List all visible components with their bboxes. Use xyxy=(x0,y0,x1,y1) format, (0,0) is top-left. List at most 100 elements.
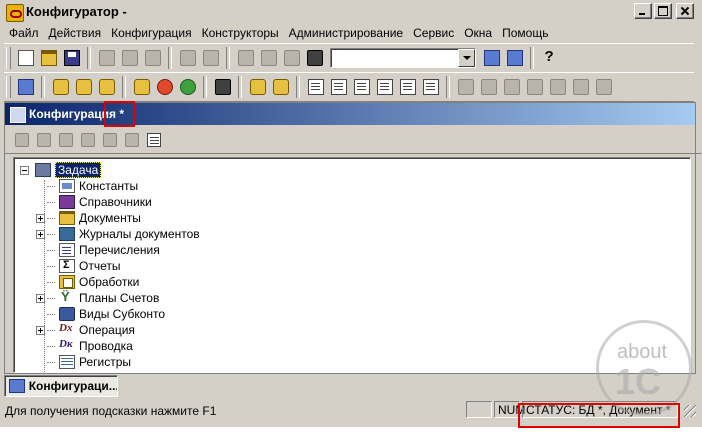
tree-item-operation[interactable]: Операция xyxy=(36,322,135,338)
tree-item-journals[interactable]: Журналы документов xyxy=(36,226,200,242)
configuration-tree[interactable]: Задача Константы Справочники Документы Ж… xyxy=(13,157,691,373)
search-dropdown-button[interactable] xyxy=(458,49,475,67)
status-panel-num: NUM xyxy=(494,401,525,418)
menu-service[interactable]: Сервис xyxy=(408,24,459,42)
paste-button[interactable] xyxy=(141,47,164,69)
search-input[interactable] xyxy=(330,48,476,68)
resize-grip[interactable] xyxy=(684,405,696,417)
toolbar-grip[interactable] xyxy=(6,76,11,98)
tree-item-label: Виды Субконто xyxy=(79,307,166,321)
users-button[interactable] xyxy=(49,76,72,98)
rights-icon xyxy=(75,79,92,95)
standard-toolbar xyxy=(4,43,694,73)
wizard-12-button[interactable] xyxy=(569,76,592,98)
debug-icon xyxy=(133,79,150,95)
print-button[interactable] xyxy=(176,47,199,69)
minimize-button[interactable] xyxy=(634,3,652,19)
wizard-9-button[interactable] xyxy=(500,76,523,98)
app-1c-icon[interactable] xyxy=(6,4,24,22)
delete-icon xyxy=(59,133,73,147)
print-icon xyxy=(179,50,196,66)
tree-item-documents[interactable]: Документы xyxy=(36,210,141,226)
move-down-button[interactable] xyxy=(77,130,99,150)
new-file-icon xyxy=(17,50,34,66)
menu-actions[interactable]: Действия xyxy=(44,24,107,42)
menu-help[interactable]: Помощь xyxy=(497,24,553,42)
add-object-button[interactable] xyxy=(11,130,33,150)
tree-item-enums[interactable]: Перечисления xyxy=(36,242,160,258)
description-button[interactable] xyxy=(143,130,165,150)
tree-item-references[interactable]: Справочники xyxy=(36,194,152,210)
interfaces-button[interactable] xyxy=(95,76,118,98)
wizard-13-button[interactable] xyxy=(592,76,615,98)
expand-icon[interactable] xyxy=(36,325,45,335)
cut-icon xyxy=(98,50,115,66)
debug-button[interactable] xyxy=(130,76,153,98)
user-mode-button[interactable] xyxy=(211,76,234,98)
open-button[interactable] xyxy=(37,47,60,69)
wizard-10-button[interactable] xyxy=(523,76,546,98)
wizard-2-button[interactable] xyxy=(327,76,350,98)
tree-item-registers[interactable]: Регистры xyxy=(36,354,131,370)
cut-button[interactable] xyxy=(95,47,118,69)
stop-button[interactable] xyxy=(153,76,176,98)
about-1c-watermark: about 1C xyxy=(596,320,692,416)
wizard-1-button[interactable] xyxy=(304,76,327,98)
open-config-button[interactable] xyxy=(14,76,37,98)
wizard-4-button[interactable] xyxy=(373,76,396,98)
copy-button[interactable] xyxy=(118,47,141,69)
monitor-button[interactable] xyxy=(246,76,269,98)
move-up-button[interactable] xyxy=(99,130,121,150)
tree-item-constants[interactable]: Константы xyxy=(36,178,138,194)
redo-button[interactable] xyxy=(280,47,303,69)
arrow-up-icon xyxy=(103,133,117,147)
delete-object-button[interactable] xyxy=(55,130,77,150)
tree-item-subconto[interactable]: Виды Субконто xyxy=(36,306,165,322)
references-icon xyxy=(59,195,75,209)
wizard-3-button[interactable] xyxy=(350,76,373,98)
properties-button[interactable] xyxy=(234,47,257,69)
menu-constructors[interactable]: Конструкторы xyxy=(197,24,284,42)
toolbar-grip[interactable] xyxy=(6,47,11,69)
close-button[interactable] xyxy=(676,3,694,19)
toolbar-separator xyxy=(446,76,450,98)
config-tree-icon xyxy=(17,79,34,95)
expand-icon[interactable] xyxy=(36,229,45,239)
window-tab-configuration[interactable]: Конфигураци... xyxy=(4,375,118,397)
add-subobject-button[interactable] xyxy=(33,130,55,150)
wizard-8-button[interactable] xyxy=(477,76,500,98)
menu-file[interactable]: Файл xyxy=(4,24,44,42)
sort-button[interactable] xyxy=(121,130,143,150)
tree-item-processing[interactable]: Обработки xyxy=(36,274,139,290)
tree-item-charts-of-accounts[interactable]: Планы Счетов xyxy=(36,289,159,306)
tree-item-label: Регистры xyxy=(79,355,132,369)
menu-configuration[interactable]: Конфигурация xyxy=(106,24,197,42)
interfaces-icon xyxy=(98,79,115,95)
wizard-7-button[interactable] xyxy=(454,76,477,98)
undo-button[interactable] xyxy=(257,47,280,69)
tree-item-reports[interactable]: Отчеты xyxy=(36,258,120,274)
menu-windows[interactable]: Окна xyxy=(459,24,497,42)
print-preview-button[interactable] xyxy=(199,47,222,69)
rights-button[interactable] xyxy=(72,76,95,98)
help-button[interactable] xyxy=(538,47,561,69)
wizard-5-button[interactable] xyxy=(396,76,419,98)
expand-icon[interactable] xyxy=(36,293,45,303)
maximize-button[interactable] xyxy=(654,3,672,19)
posting-icon xyxy=(59,338,75,353)
tree-root[interactable]: Задача xyxy=(20,162,102,178)
find-prev-button[interactable] xyxy=(503,47,526,69)
menu-administration[interactable]: Администрирование xyxy=(284,24,408,42)
processing-icon xyxy=(59,275,75,289)
collapse-icon[interactable] xyxy=(20,165,29,175)
export-button[interactable] xyxy=(269,76,292,98)
tree-item-posting[interactable]: Проводка xyxy=(36,338,133,354)
save-button[interactable] xyxy=(60,47,83,69)
expand-icon[interactable] xyxy=(36,213,45,223)
new-button[interactable] xyxy=(14,47,37,69)
wizard-6-button[interactable] xyxy=(419,76,442,98)
check-button[interactable] xyxy=(176,76,199,98)
wizard-11-button[interactable] xyxy=(546,76,569,98)
find-button[interactable] xyxy=(303,47,326,69)
find-next-button[interactable] xyxy=(480,47,503,69)
